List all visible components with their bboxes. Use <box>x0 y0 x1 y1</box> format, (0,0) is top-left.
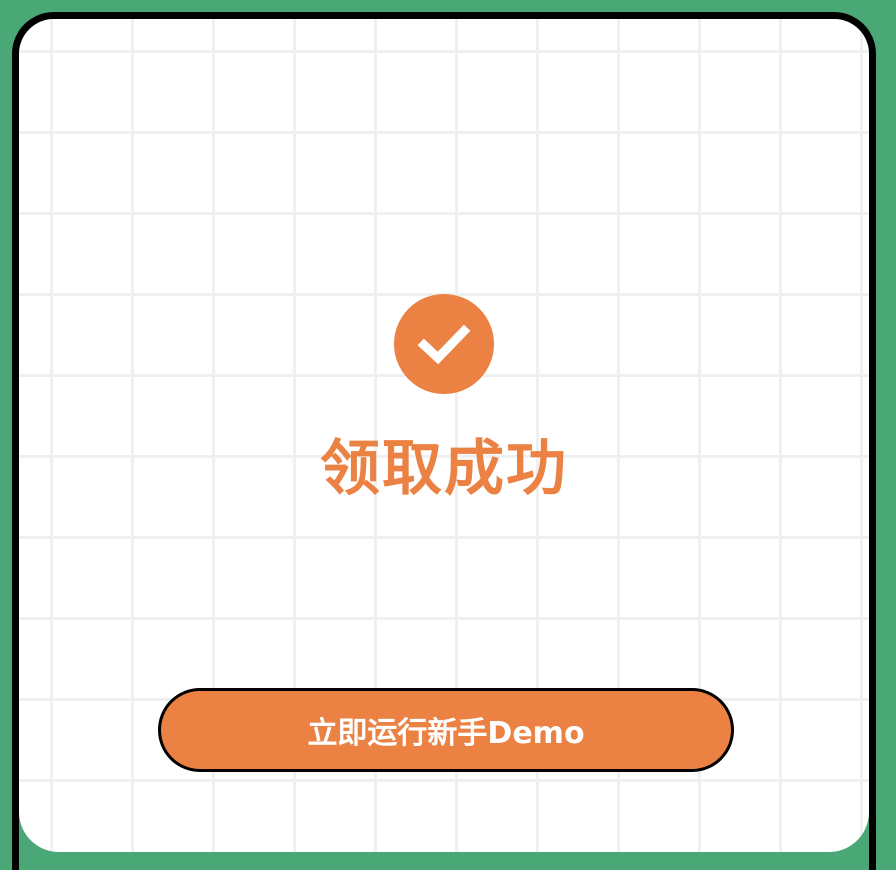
success-dialog: 领取成功 立即运行新手Demo <box>12 12 876 870</box>
success-title: 领取成功 <box>320 434 568 504</box>
success-badge <box>394 294 494 394</box>
grid-background: 领取成功 立即运行新手Demo <box>19 19 869 852</box>
dialog-bottom-edge <box>19 852 869 870</box>
run-demo-button[interactable]: 立即运行新手Demo <box>158 688 734 772</box>
check-icon <box>417 324 471 365</box>
